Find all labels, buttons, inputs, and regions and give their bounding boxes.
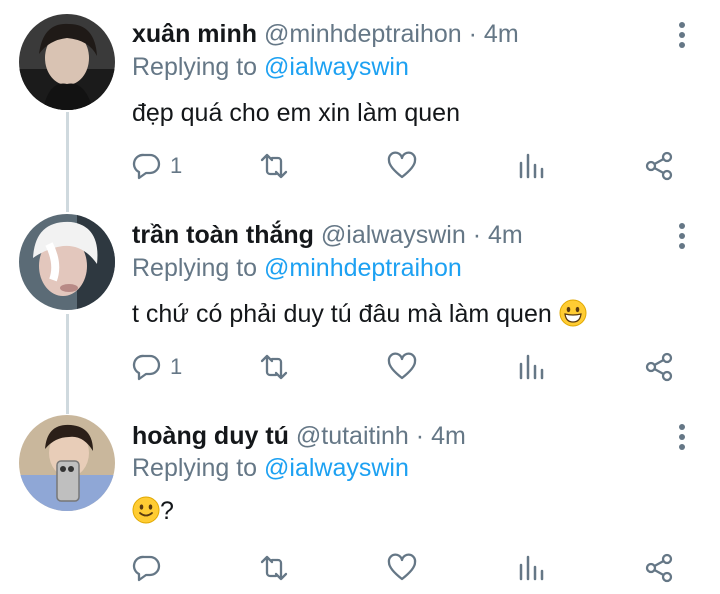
- replying-to-link[interactable]: @minhdeptraihon: [264, 254, 462, 282]
- separator-dot: ·: [415, 422, 425, 450]
- retweet-button[interactable]: [259, 550, 289, 586]
- more-vertical-icon[interactable]: [678, 223, 686, 253]
- tweet-header: xuân minh @minhdeptraihon · 4m: [132, 19, 519, 49]
- replying-to-line: Replying to @minhdeptraihon: [132, 253, 462, 283]
- retweet-icon: [260, 555, 288, 581]
- tweet-header: trần toàn thắng @ialwayswin · 4m: [132, 220, 523, 250]
- share-button[interactable]: [644, 550, 674, 586]
- slightly-smiling-face-emoji: [132, 496, 160, 524]
- reply-count: 1: [170, 354, 183, 379]
- tweet-reply[interactable]: xuân minh @minhdeptraihon · 4m Replying …: [0, 0, 720, 200]
- timestamp[interactable]: 4m: [488, 221, 523, 249]
- retweet-button[interactable]: [259, 349, 289, 385]
- reply-icon: [132, 153, 161, 180]
- retweet-icon: [260, 354, 288, 380]
- user-handle[interactable]: @tutaitinh: [296, 422, 409, 450]
- heart-icon: [387, 151, 417, 179]
- tweet-header: hoàng duy tú @tutaitinh · 4m: [132, 421, 466, 451]
- like-button[interactable]: [387, 148, 417, 184]
- analytics-icon: [519, 555, 544, 581]
- avatar[interactable]: [19, 415, 115, 511]
- share-button[interactable]: [644, 148, 674, 184]
- share-button[interactable]: [644, 349, 674, 385]
- display-name[interactable]: xuân minh: [132, 20, 257, 48]
- analytics-icon: [519, 153, 544, 179]
- more-vertical-icon[interactable]: [678, 22, 686, 52]
- reply-button[interactable]: [132, 550, 162, 586]
- separator-dot: ·: [468, 20, 477, 48]
- replying-to-line: Replying to @ialwayswin: [132, 52, 409, 82]
- tweet-text-content: ?: [160, 497, 174, 525]
- tweet-text: đẹp quá cho em xin làm quen: [132, 99, 460, 127]
- tweet-actions: 1: [132, 349, 692, 385]
- retweet-icon: [260, 153, 288, 179]
- user-handle[interactable]: @minhdeptraihon: [264, 20, 462, 48]
- tweet-actions: [132, 550, 692, 586]
- tweet-text-content: t chứ có phải duy tú đâu mà làm quen: [132, 300, 552, 328]
- retweet-button[interactable]: [259, 148, 289, 184]
- more-vertical-icon[interactable]: [678, 424, 686, 454]
- tweet-text: ?: [132, 495, 174, 527]
- replying-to-label: Replying to: [132, 454, 258, 482]
- tweet-text: t chứ có phải duy tú đâu mà làm quen: [132, 298, 587, 330]
- timestamp[interactable]: 4m: [484, 20, 519, 48]
- like-button[interactable]: [387, 550, 417, 586]
- like-button[interactable]: [387, 349, 417, 385]
- analytics-button[interactable]: [516, 550, 546, 586]
- replying-to-link[interactable]: @ialwayswin: [264, 454, 409, 482]
- display-name[interactable]: trần toàn thắng: [132, 221, 314, 249]
- separator-dot: ·: [472, 221, 482, 249]
- reply-button[interactable]: 1: [132, 349, 182, 385]
- grinning-face-emoji: [559, 299, 587, 327]
- tweet-reply[interactable]: trần toàn thắng @ialwayswin · 4m Replyin…: [0, 200, 720, 402]
- reply-icon: [132, 354, 161, 381]
- replying-to-label: Replying to: [132, 53, 258, 81]
- tweet-reply[interactable]: hoàng duy tú @tutaitinh · 4m Replying to…: [0, 402, 720, 594]
- share-icon: [645, 553, 673, 583]
- heart-icon: [387, 553, 417, 581]
- replying-to-line: Replying to @ialwayswin: [132, 453, 409, 483]
- analytics-button[interactable]: [516, 349, 546, 385]
- share-icon: [645, 151, 673, 181]
- reply-count: 1: [170, 153, 183, 178]
- avatar[interactable]: [19, 14, 115, 110]
- analytics-button[interactable]: [516, 148, 546, 184]
- analytics-icon: [519, 354, 544, 380]
- avatar[interactable]: [19, 214, 115, 310]
- tweet-actions: 1: [132, 148, 692, 184]
- share-icon: [645, 352, 673, 382]
- reply-icon: [132, 555, 161, 582]
- display-name[interactable]: hoàng duy tú: [132, 422, 289, 450]
- replying-to-link[interactable]: @ialwayswin: [264, 53, 409, 81]
- heart-icon: [387, 352, 417, 380]
- reply-button[interactable]: 1: [132, 148, 182, 184]
- user-handle[interactable]: @ialwayswin: [321, 221, 466, 249]
- timestamp[interactable]: 4m: [431, 422, 466, 450]
- replying-to-label: Replying to: [132, 254, 258, 282]
